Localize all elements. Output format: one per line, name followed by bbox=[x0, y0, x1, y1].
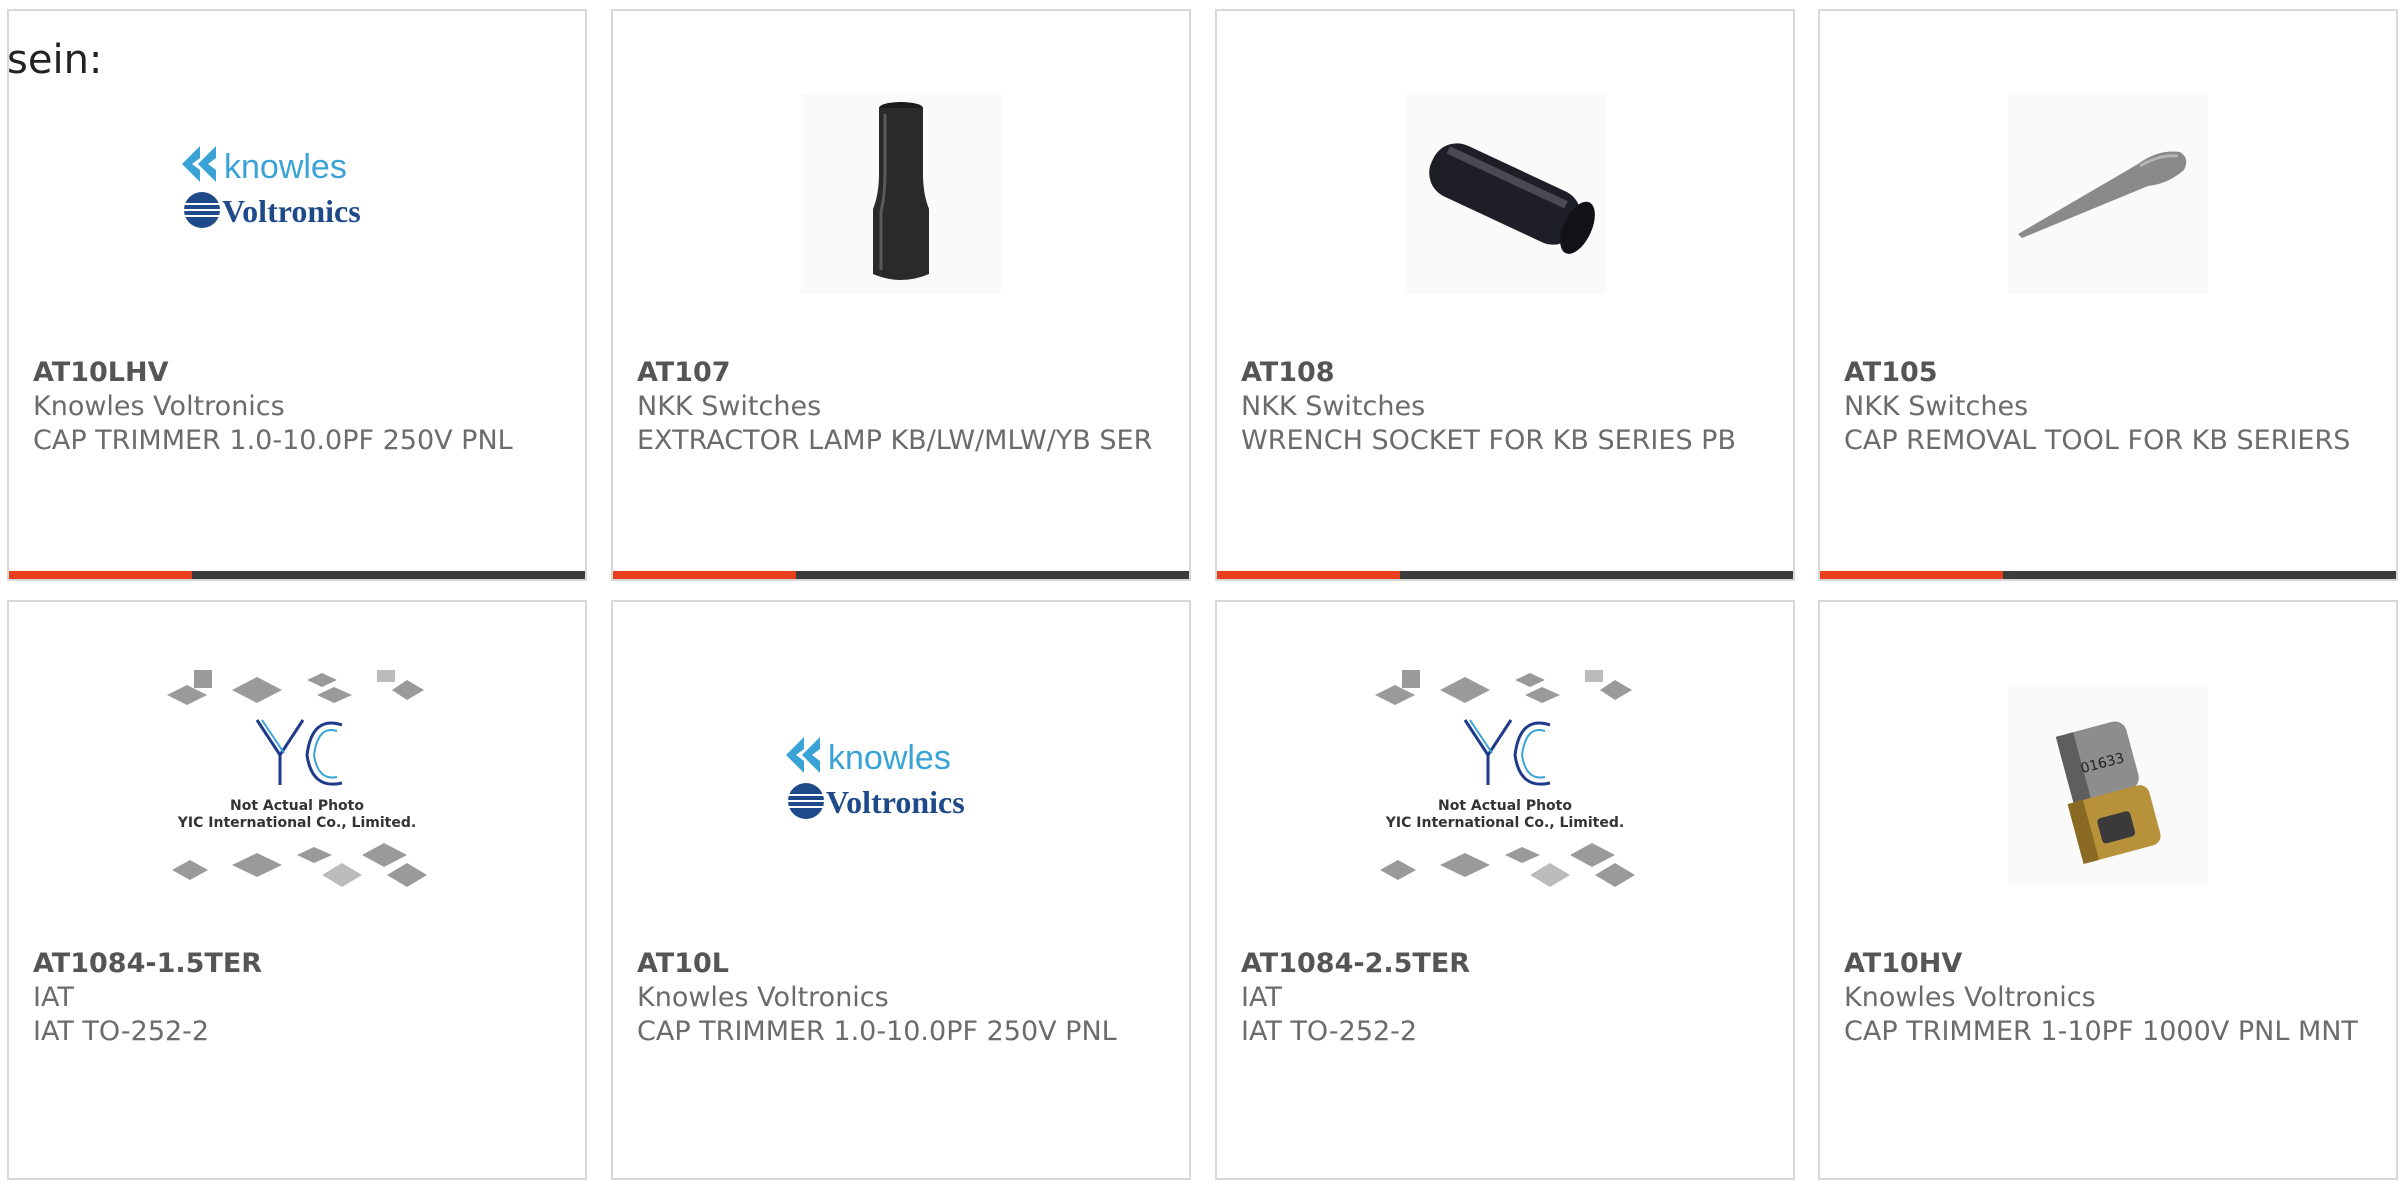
product-card-at10hv[interactable]: 01633 AT10HV Knowles Voltronics CAP TRIM… bbox=[1818, 600, 2398, 1180]
placeholder-caption-1: Not Actual Photo bbox=[230, 798, 364, 814]
card-bar-accent bbox=[1217, 571, 1400, 579]
voltronics-logo-icon: Voltronics bbox=[184, 191, 361, 229]
product-description: CAP TRIMMER 1.0-10.0PF 250V PNL bbox=[637, 1016, 1117, 1047]
part-number[interactable]: AT10HV bbox=[1844, 947, 2376, 981]
card-bar-accent bbox=[1820, 571, 2003, 579]
card-progress-bar bbox=[613, 571, 1189, 579]
manufacturer-logo-image: knowles Voltronics bbox=[9, 86, 585, 301]
cap-removal-tool-icon bbox=[2008, 93, 2208, 294]
card-progress-bar bbox=[1217, 571, 1793, 579]
manufacturer-name: NKK Switches bbox=[1844, 391, 2029, 422]
wrench-socket-icon bbox=[1405, 93, 1605, 294]
svg-text:knowles: knowles bbox=[224, 148, 347, 186]
manufacturer-name: NKK Switches bbox=[637, 391, 822, 422]
product-card-at10lhv[interactable]: knowles Voltronics AT10LHV Knowles Voltr… bbox=[7, 9, 587, 581]
trimmer-capacitor-icon: 01633 bbox=[2008, 684, 2208, 885]
placeholder-image: Not Actual Photo YIC International Co., … bbox=[1217, 669, 1793, 892]
part-number[interactable]: AT1084-2.5TER bbox=[1241, 947, 1773, 981]
page-heading-fragment: sein: bbox=[7, 37, 103, 83]
manufacturer-name: Knowles Voltronics bbox=[1844, 982, 2096, 1013]
product-photo bbox=[1820, 86, 2396, 301]
manufacturer-name: Knowles Voltronics bbox=[33, 391, 285, 422]
knowles-logo-icon: knowles bbox=[182, 145, 347, 186]
svg-text:knowles: knowles bbox=[828, 739, 951, 777]
part-number[interactable]: AT10LHV bbox=[33, 356, 565, 390]
product-card-at1084-2-5ter[interactable]: Not Actual Photo YIC International Co., … bbox=[1215, 600, 1795, 1180]
placeholder-caption-1: Not Actual Photo bbox=[1438, 798, 1572, 814]
product-card-at10l[interactable]: knowles Voltronics AT10L Knowles Voltron… bbox=[611, 600, 1191, 1180]
part-number[interactable]: AT10L bbox=[637, 947, 1169, 981]
voltronics-logo-icon: Voltronics bbox=[788, 782, 965, 820]
product-card-at105[interactable]: AT105 NKK Switches CAP REMOVAL TOOL FOR … bbox=[1818, 9, 2398, 581]
product-description: IAT TO-252-2 bbox=[33, 1016, 210, 1047]
product-card-at1084-1-5ter[interactable]: Not Actual Photo YIC International Co., … bbox=[7, 600, 587, 1180]
manufacturer-name: Knowles Voltronics bbox=[637, 982, 889, 1013]
product-description: EXTRACTOR LAMP KB/LW/MLW/YB SER bbox=[637, 425, 1153, 456]
product-photo: 01633 bbox=[1820, 677, 2396, 892]
placeholder-caption-2: YIC International Co., Limited. bbox=[1385, 815, 1624, 831]
svg-text:Voltronics: Voltronics bbox=[222, 193, 361, 229]
product-photo bbox=[613, 86, 1189, 301]
knowles-logo-icon: knowles bbox=[786, 736, 951, 777]
part-number[interactable]: AT1084-1.5TER bbox=[33, 947, 565, 981]
placeholder-image: Not Actual Photo YIC International Co., … bbox=[9, 669, 585, 892]
product-description: IAT TO-252-2 bbox=[1241, 1016, 1418, 1047]
product-description: CAP TRIMMER 1.0-10.0PF 250V PNL bbox=[33, 425, 513, 456]
placeholder-caption-2: YIC International Co., Limited. bbox=[177, 815, 416, 831]
yic-placeholder-icon: Not Actual Photo YIC International Co., … bbox=[167, 669, 427, 887]
card-bar-accent bbox=[613, 571, 796, 579]
card-progress-bar bbox=[9, 571, 585, 579]
part-number[interactable]: AT108 bbox=[1241, 356, 1773, 390]
part-number[interactable]: AT105 bbox=[1844, 356, 2376, 390]
manufacturer-logo-image: knowles Voltronics bbox=[613, 677, 1189, 892]
manufacturer-name: IAT bbox=[1241, 982, 1282, 1013]
product-description: CAP TRIMMER 1-10PF 1000V PNL MNT bbox=[1844, 1016, 2358, 1047]
card-bar-accent bbox=[9, 571, 192, 579]
lamp-extractor-icon bbox=[801, 93, 1001, 294]
manufacturer-name: IAT bbox=[33, 982, 74, 1013]
product-photo bbox=[1217, 86, 1793, 301]
product-description: CAP REMOVAL TOOL FOR KB SERIERS bbox=[1844, 425, 2351, 456]
manufacturer-name: NKK Switches bbox=[1241, 391, 1426, 422]
yic-placeholder-icon: Not Actual Photo YIC International Co., … bbox=[1375, 669, 1635, 887]
svg-text:Voltronics: Voltronics bbox=[826, 784, 965, 820]
card-progress-bar bbox=[1820, 571, 2396, 579]
product-card-at108[interactable]: AT108 NKK Switches WRENCH SOCKET FOR KB … bbox=[1215, 9, 1795, 581]
product-description: WRENCH SOCKET FOR KB SERIES PB bbox=[1241, 425, 1736, 456]
product-card-at107[interactable]: AT107 NKK Switches EXTRACTOR LAMP KB/LW/… bbox=[611, 9, 1191, 581]
part-number[interactable]: AT107 bbox=[637, 356, 1169, 390]
